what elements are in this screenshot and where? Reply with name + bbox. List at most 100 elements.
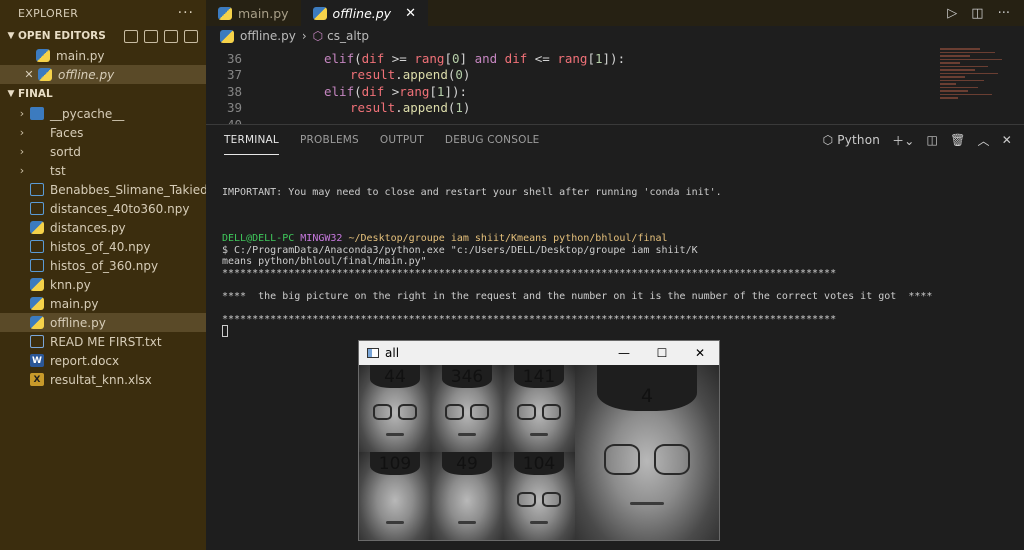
tree-item-file[interactable]: knn.py — [0, 275, 206, 294]
new-terminal-icon[interactable]: ＋⌄ — [892, 132, 914, 149]
code-editor[interactable]: 36 elif(dif >= rang[0] and dif <= rang[1]… — [206, 46, 1024, 124]
tab-debug-console[interactable]: DEBUG CONSOLE — [445, 125, 540, 155]
tab-label: main.py — [238, 5, 289, 21]
tree-item-file[interactable]: histos_of_40.npy — [0, 237, 206, 256]
image-window[interactable]: all — ☐ ✕ 44 346 141 109 49 104 4 — [358, 340, 720, 541]
terminal-shell-selector[interactable]: ⬡ Python — [823, 133, 881, 147]
tree-item-folder[interactable]: › sortd — [0, 142, 206, 161]
line-number: 40 — [206, 117, 264, 124]
tree-item-label: main.py — [50, 296, 99, 311]
close-icon[interactable]: ✕ — [22, 68, 36, 81]
close-icon[interactable]: ✕ — [681, 346, 719, 360]
shell-label: Python — [837, 133, 881, 147]
close-icon[interactable]: ✕ — [405, 6, 416, 21]
trash-icon[interactable]: 🗑 — [950, 133, 965, 147]
tree-item-file[interactable]: main.py — [0, 294, 206, 313]
split-terminal-icon[interactable]: ◫ — [927, 133, 939, 147]
close-all-icon[interactable] — [184, 29, 198, 43]
file-icon — [30, 183, 44, 196]
window-controls: — ☐ ✕ — [605, 346, 719, 360]
maximize-icon[interactable]: ☐ — [643, 346, 681, 360]
folder-icon — [30, 145, 44, 158]
more-actions-icon[interactable]: ··· — [178, 5, 194, 21]
new-file-icon[interactable] — [124, 29, 138, 43]
vote-count-label: 346 — [450, 367, 484, 387]
open-editors-section[interactable]: ▼ OPEN EDITORS — [0, 26, 206, 46]
explorer-sidebar: EXPLORER ··· ▼ OPEN EDITORS main.py ✕ of… — [0, 0, 206, 550]
terminal-cursor — [222, 325, 228, 337]
tree-item-label: histos_of_360.npy — [50, 258, 159, 273]
tree-item-label: report.docx — [50, 353, 120, 368]
save-all-icon[interactable] — [164, 29, 178, 43]
tree-item-file[interactable]: distances_40to360.npy — [0, 199, 206, 218]
new-folder-icon[interactable] — [144, 29, 158, 43]
file-icon — [30, 202, 44, 215]
tree-item-file[interactable]: Benabbes_Slimane_Takiedine... — [0, 180, 206, 199]
line-number: 39 — [226, 100, 242, 116]
editor-tab-bar: main.py offline.py ✕ ▷ ◫ ··· — [206, 0, 1024, 26]
python-file-icon — [38, 68, 52, 81]
open-editor-label: main.py — [56, 48, 105, 63]
code-token: append — [402, 67, 448, 83]
tree-item-file[interactable]: READ ME FIRST.txt — [0, 332, 206, 351]
tab-problems[interactable]: PROBLEMS — [300, 125, 359, 155]
terminal-line: **** the big picture on the right in the… — [222, 290, 933, 302]
tree-item-file[interactable]: offline.py — [0, 313, 206, 332]
code-line: 38 elif(dif > rang[1]): — [206, 83, 1024, 100]
tree-item-label: histos_of_40.npy — [50, 239, 151, 254]
terminal-line: means python/bhloul/final/main.py" — [222, 256, 427, 267]
minimize-icon[interactable]: — — [605, 346, 643, 360]
python-file-icon — [36, 49, 50, 62]
terminal-output[interactable]: IMPORTANT: You may need to close and res… — [222, 187, 1012, 341]
vote-count-label: 104 — [522, 454, 556, 474]
code-token: 0 — [455, 67, 463, 83]
tree-item-file[interactable]: histos_of_360.npy — [0, 256, 206, 275]
explorer-title: EXPLORER — [18, 6, 79, 20]
window-title-bar[interactable]: all — ☐ ✕ — [359, 341, 719, 365]
folder-section[interactable]: ▼ FINAL — [0, 84, 206, 104]
open-editor-item[interactable]: main.py — [0, 46, 206, 65]
tree-item-folder[interactable]: › __pycache__ — [0, 104, 206, 123]
tree-item-folder[interactable]: › tst — [0, 161, 206, 180]
tree-item-file[interactable]: X resultat_knn.xlsx — [0, 370, 206, 389]
more-actions-icon[interactable]: ··· — [998, 6, 1010, 21]
code-token: rang — [414, 50, 445, 66]
request-face: 4 — [575, 365, 719, 540]
minimap[interactable] — [940, 46, 1010, 124]
chevron-down-icon: ▼ — [7, 89, 15, 99]
python-file-icon — [30, 316, 44, 329]
face-thumbnail: 346 — [431, 365, 503, 452]
tab-terminal[interactable]: TERMINAL — [224, 125, 279, 155]
code-token: result — [350, 67, 396, 83]
tree-item-file[interactable]: distances.py — [0, 218, 206, 237]
code-token: dif — [504, 50, 528, 66]
breadcrumb-file[interactable]: offline.py — [240, 29, 296, 43]
tab-output[interactable]: OUTPUT — [380, 125, 424, 155]
chevron-up-icon[interactable]: ︿ — [978, 132, 990, 149]
close-icon[interactable]: ✕ — [1002, 133, 1012, 147]
app-icon — [367, 348, 379, 358]
tab-main-py[interactable]: main.py — [206, 0, 301, 26]
code-token: and — [474, 50, 498, 66]
breadcrumb-symbol[interactable]: cs_altp — [327, 29, 369, 43]
tree-item-folder[interactable]: › Faces — [0, 123, 206, 142]
run-icon[interactable]: ▷ — [947, 6, 957, 21]
file-icon — [30, 240, 44, 253]
split-editor-icon[interactable]: ◫ — [971, 6, 983, 21]
tab-offline-py[interactable]: offline.py ✕ — [300, 0, 428, 26]
face-thumbnail: 49 — [431, 452, 503, 540]
breadcrumb: offline.py › ⬡ cs_altp — [206, 26, 1024, 46]
folder-icon — [30, 164, 44, 177]
code-token: dif — [361, 83, 385, 99]
prompt-system: MINGW32 — [300, 233, 343, 244]
tree-item-file[interactable]: W report.docx — [0, 351, 206, 370]
tree-item-label: offline.py — [50, 315, 106, 330]
line-number: 36 — [226, 50, 242, 66]
open-editor-item[interactable]: ✕ offline.py — [0, 65, 206, 84]
terminal-line — [222, 325, 1012, 341]
terminal-line: IMPORTANT: You may need to close and res… — [222, 187, 722, 198]
